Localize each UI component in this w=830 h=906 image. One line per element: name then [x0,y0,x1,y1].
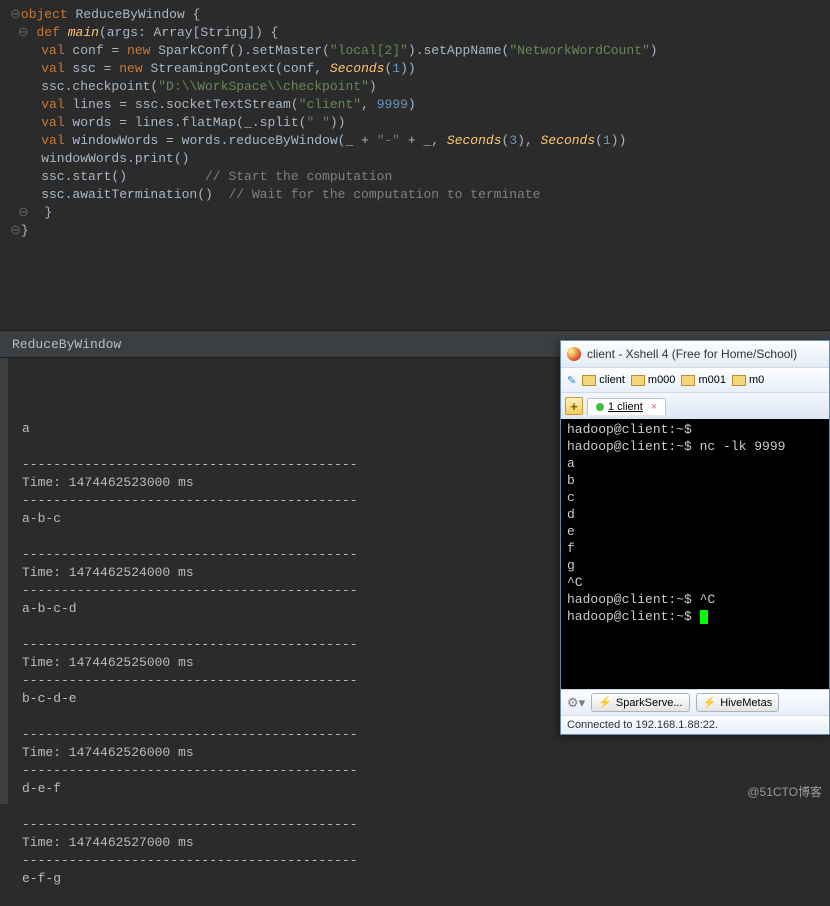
lightning-icon: ⚡ [598,696,612,709]
run-tab-label[interactable]: ReduceByWindow [12,337,121,352]
keyword: object [21,7,68,22]
tab-label: 1 client [608,401,643,413]
new-tab-button[interactable]: + [565,397,583,415]
xshell-title-text: client - Xshell 4 (Free for Home/School) [587,347,797,361]
terminal-tab-client[interactable]: 1 client × [587,398,666,415]
fold-icon[interactable]: ⊖ [10,7,21,22]
xshell-tabrow[interactable]: + 1 client × [561,393,829,419]
lightning-icon: ⚡ [703,696,717,709]
hivemetas-button[interactable]: ⚡HiveMetas [696,693,780,712]
gear-icon[interactable]: ⚙▾ [567,695,585,711]
folder-icon [732,375,746,386]
toolbar-item-m000[interactable]: m000 [631,374,676,386]
cursor-icon [700,610,708,624]
status-dot-icon [596,403,604,411]
close-icon[interactable]: × [651,401,657,413]
sparkserve-button[interactable]: ⚡SparkServe... [591,693,689,712]
xshell-titlebar[interactable]: client - Xshell 4 (Free for Home/School) [561,341,829,367]
code-editor[interactable]: ⊖object ReduceByWindow { ⊖ def main(args… [0,0,830,330]
xshell-bottom-toolbar[interactable]: ⚙▾ ⚡SparkServe... ⚡HiveMetas [561,689,829,715]
watermark: @51CTO博客 [747,783,822,800]
fold-icon[interactable]: ⊖ [10,25,29,40]
xshell-toolbar[interactable]: ✎ client m000 m001 m0 [561,367,829,393]
folder-icon [681,375,695,386]
xshell-window[interactable]: client - Xshell 4 (Free for Home/School)… [560,340,830,735]
toolbar-new-icon[interactable]: ✎ [567,374,576,387]
connection-status: Connected to 192.168.1.88:22. [567,719,718,731]
terminal-output[interactable]: hadoop@client:~$ hadoop@client:~$ nc -lk… [561,419,829,689]
folder-icon [631,375,645,386]
toolbar-item-client[interactable]: client [582,374,625,386]
xshell-status-bar: Connected to 192.168.1.88:22. [561,715,829,734]
folder-icon [582,375,596,386]
fold-icon[interactable]: ⊖ [10,223,21,238]
toolbar-item-m0[interactable]: m0 [732,374,764,386]
console-gutter [0,358,8,804]
toolbar-item-m001[interactable]: m001 [681,374,726,386]
xshell-icon [567,347,581,361]
fold-icon[interactable]: ⊖ [18,205,29,220]
